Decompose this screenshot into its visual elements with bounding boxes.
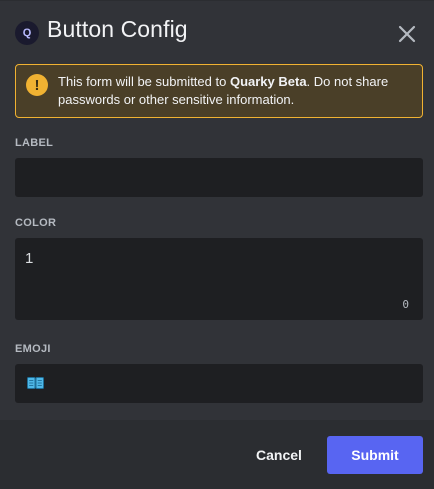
app-avatar-letter: Q <box>22 27 32 39</box>
close-icon <box>398 25 416 43</box>
color-input-value: 1 <box>25 250 34 267</box>
cancel-button[interactable]: Cancel <box>244 436 314 474</box>
warning-icon: ! <box>26 74 48 96</box>
book-emoji-icon <box>27 377 44 389</box>
warning-text-before: This form will be submitted to <box>58 74 230 89</box>
submit-button[interactable]: Submit <box>327 436 423 474</box>
warning-text: This form will be submitted to Quarky Be… <box>58 73 413 109</box>
label-field-title: LABEL <box>15 137 54 149</box>
emoji-input[interactable] <box>15 364 423 403</box>
warning-icon-glyph: ! <box>34 76 40 94</box>
modal-header: Q Button Config <box>0 1 434 63</box>
label-input[interactable] <box>15 158 423 197</box>
warning-app-name: Quarky Beta <box>229 74 307 89</box>
close-button[interactable] <box>396 23 418 45</box>
app-avatar: Q <box>15 21 39 45</box>
color-textarea[interactable]: 1 0 <box>15 238 423 320</box>
modal-footer: Cancel Submit <box>0 420 434 489</box>
button-config-modal: Q Button Config ! This form will be subm… <box>0 0 434 489</box>
color-field-title: COLOR <box>15 217 57 229</box>
color-char-count: 0 <box>402 298 409 311</box>
modal-title: Button Config <box>47 16 188 42</box>
warning-banner: ! This form will be submitted to Quarky … <box>15 64 423 118</box>
emoji-field-title: EMOJI <box>15 343 51 355</box>
